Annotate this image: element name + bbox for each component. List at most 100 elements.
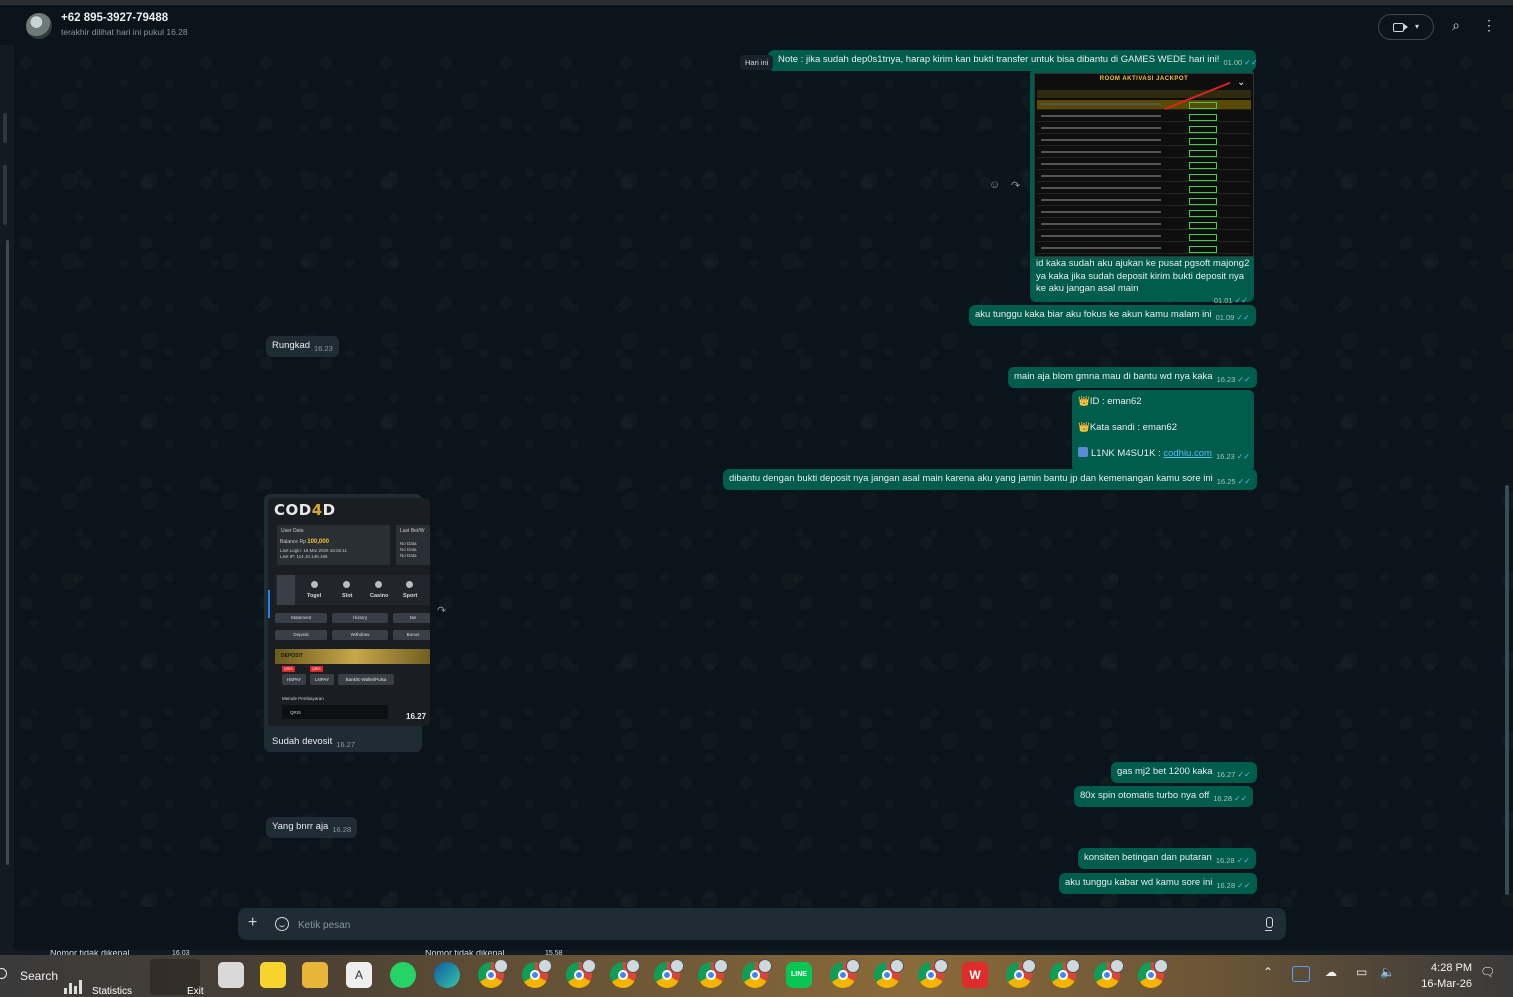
chrome-icon[interactable] — [654, 959, 684, 988]
deposit-screenshot-image[interactable]: COD4D User Data Last Bet/W Balance Rp 10… — [268, 498, 430, 726]
message-pane-scrollbar[interactable] — [1505, 485, 1509, 895]
text-editor-icon[interactable]: A — [346, 962, 372, 988]
volume-icon[interactable]: 🔈 — [1380, 965, 1395, 979]
message-link[interactable]: codhiu.com — [1163, 448, 1212, 459]
table-row — [1037, 220, 1251, 230]
chrome-icon[interactable] — [918, 959, 948, 988]
contact-name[interactable]: +62 895-3927-79488 — [61, 12, 168, 24]
image-time-overlay: 16.27 — [406, 712, 427, 721]
message-time: 16.28 — [1216, 881, 1236, 890]
line-app-icon[interactable]: LINE — [786, 962, 812, 988]
onedrive-cloud-icon[interactable]: ☁ — [1325, 965, 1337, 979]
chrome-icon[interactable] — [478, 959, 508, 988]
task-view-icon[interactable] — [218, 962, 244, 988]
message-time: 16.28 — [1213, 794, 1232, 803]
no-data: No Data — [400, 541, 417, 546]
last-login: Last Login: 16 Mar 2026 16:26:11 — [280, 548, 347, 553]
list-edge-indicator — [3, 165, 7, 225]
notification-icon[interactable]: 🗨 — [1480, 965, 1495, 979]
chrome-icon[interactable] — [1050, 959, 1080, 988]
forward-icon[interactable]: ↷ — [437, 604, 446, 617]
chrome-icon[interactable] — [610, 959, 640, 988]
nav-casino: Casino — [370, 593, 389, 599]
message-time: 01.01 — [1213, 295, 1233, 305]
table-row — [1037, 112, 1251, 122]
system-clock[interactable]: 4:28 PM 16-Mar-26 — [1408, 960, 1472, 992]
statistics-icon — [64, 978, 84, 994]
sticky-notes-icon[interactable] — [260, 962, 286, 988]
no-data: No Data — [400, 553, 417, 558]
message-incoming[interactable]: Yang bnrr aja 16.28 — [266, 817, 358, 838]
slot-icon — [343, 581, 350, 588]
message-composer: + — [238, 908, 1286, 940]
message-outgoing[interactable]: gas mj2 bet 1200 kaka 16.27 ✓✓ — [1111, 762, 1257, 783]
statistics-label[interactable]: Statistics — [92, 986, 132, 997]
last-ip: Last IP: 114.10.145.185 — [280, 554, 328, 559]
message-incoming[interactable]: Rungkad 16.23 — [266, 336, 339, 357]
chrome-icon[interactable] — [874, 959, 904, 988]
menu-icon[interactable]: ⋮ — [1481, 16, 1497, 34]
jackpot-image[interactable]: ROOM AKTIVASI JACKPOT — [1034, 73, 1254, 257]
file-explorer-icon[interactable] — [302, 962, 328, 988]
jackpot-table-header — [1037, 90, 1251, 98]
message-outgoing[interactable]: konsiten betingan dan putaran 16.28 ✓✓ — [1078, 848, 1257, 869]
chevron-up-icon[interactable]: ⌃ — [1263, 965, 1273, 979]
caption-line: id kaka sudah aku ajukan ke pusat pgsoft… — [1036, 258, 1250, 269]
qris-badge: QRIS — [282, 666, 295, 672]
microphone-icon[interactable] — [1265, 917, 1273, 931]
history-button: History — [332, 613, 388, 623]
date-divider: Hari ini — [740, 55, 774, 70]
message-outgoing[interactable]: 👑ID : eman62 👑Kata sandi : eman62 L1NK M… — [1072, 390, 1254, 472]
display-icon[interactable]: ▭ — [1356, 965, 1367, 979]
table-row — [1037, 136, 1251, 146]
message-outgoing[interactable]: aku tunggu kabar wd kamu sore ini 16.28 ✓✓ — [1059, 873, 1257, 894]
chrome-icon[interactable] — [1094, 959, 1124, 988]
wps-office-icon[interactable]: W — [962, 962, 988, 988]
edge-icon[interactable] — [434, 962, 460, 988]
contact-avatar[interactable] — [26, 13, 52, 39]
pay-option: LNPAY — [310, 674, 334, 685]
read-ticks-icon: ✓✓ — [1236, 856, 1251, 865]
emoji-react-icon[interactable]: ☺ — [989, 179, 1000, 191]
chrome-icon[interactable] — [1006, 959, 1036, 988]
chrome-icon[interactable] — [522, 959, 552, 988]
app-tray-icon[interactable] — [1292, 966, 1310, 982]
jackpot-image-title: ROOM AKTIVASI JACKPOT — [1099, 76, 1189, 82]
search-icon — [0, 968, 7, 979]
search-label: Search — [20, 969, 59, 983]
balance: Balance Rp 100,000 — [280, 539, 329, 545]
message-outgoing[interactable]: main aja blom gmna mau di bantu wd nya k… — [1008, 367, 1257, 388]
chrome-icon[interactable] — [830, 959, 860, 988]
message-time: 16.28 — [332, 825, 352, 834]
read-ticks-icon: ✓✓ — [1237, 770, 1251, 779]
casino-icon — [375, 581, 382, 588]
exit-label[interactable]: Exit — [187, 986, 204, 997]
message-outgoing[interactable]: dibantu dengan bukti deposit nya jangan … — [723, 469, 1257, 490]
caption-line: ya kaka jika sudah deposit kirim bukti d… — [1036, 270, 1245, 282]
chevron-down-icon[interactable]: ⌄ — [1237, 77, 1245, 88]
sticker-icon[interactable] — [275, 917, 289, 931]
table-row — [1037, 244, 1251, 254]
message-input[interactable] — [296, 914, 1240, 936]
message-outgoing[interactable]: Note : jika sudah dep0s1tnya, harap kiri… — [768, 50, 1258, 71]
nav-sport: Sport — [403, 593, 418, 599]
whatsapp-icon[interactable] — [390, 962, 416, 988]
message-time: 16.28 — [1215, 856, 1235, 865]
read-ticks-icon: ✓✓ — [1244, 58, 1258, 67]
forward-icon[interactable]: ↷ — [1011, 179, 1020, 192]
chrome-icon[interactable] — [742, 959, 772, 988]
video-call-button[interactable]: ▾ — [1378, 14, 1434, 40]
chrome-icon[interactable] — [566, 959, 596, 988]
read-ticks-icon: ✓✓ — [1234, 295, 1248, 305]
message-outgoing[interactable]: 80x spin otomatis turbo nya off 16.28 ✓✓ — [1074, 786, 1254, 807]
search-icon[interactable]: ⌕ — [1448, 16, 1464, 34]
attach-icon[interactable]: + — [248, 914, 257, 932]
chrome-icon[interactable] — [698, 959, 728, 988]
read-ticks-icon: ✓✓ — [1237, 375, 1251, 384]
chrome-icon[interactable] — [1138, 959, 1168, 988]
table-row — [1037, 184, 1251, 194]
message-outgoing[interactable]: aku tunggu kaka biar aku fokus ke akun k… — [969, 305, 1256, 326]
chat-list-scrollbar[interactable] — [6, 240, 9, 865]
table-row — [1037, 160, 1251, 170]
no-data: No Data — [400, 547, 417, 552]
